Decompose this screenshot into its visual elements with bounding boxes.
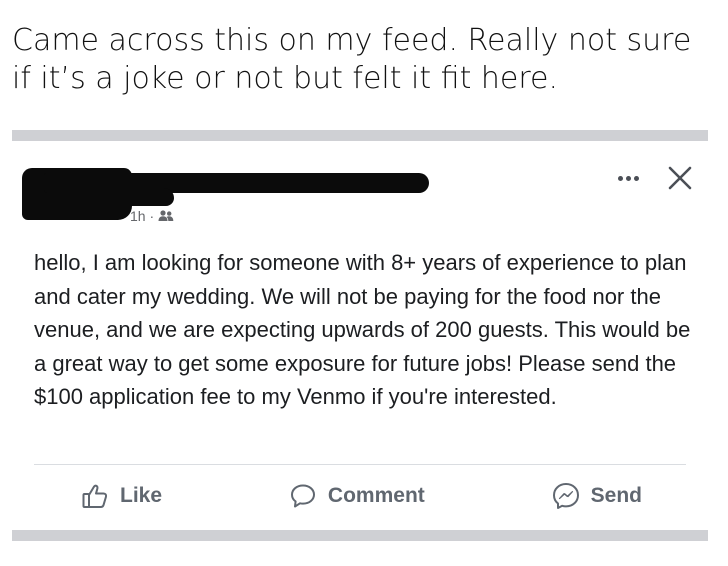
close-button[interactable] [664,162,696,194]
more-icon [617,175,623,181]
post-body-text: hello, I am looking for someone with 8+ … [34,250,691,409]
send-label: Send [590,484,642,507]
thumbs-up-icon [80,481,110,511]
redacted-scribble [92,188,174,206]
like-label: Like [120,484,163,507]
like-button[interactable]: Like [72,481,170,511]
caption-text: Came across this on my feed. Really not … [12,23,692,96]
post-timestamp[interactable]: 1h · [130,208,154,224]
send-button[interactable]: Send [543,481,650,511]
feed-separator-top [12,130,708,141]
post-header-actions [612,162,696,194]
comment-button[interactable]: Comment [280,481,433,511]
post-meta: 1h · [130,208,174,224]
more-icon-dot [633,175,639,181]
more-icon-dot [625,175,631,181]
more-options-button[interactable] [612,164,644,192]
messenger-icon [551,481,581,511]
feed-separator-bottom [12,530,708,541]
post-action-bar: Like Comment Send [34,470,686,522]
action-divider [34,464,686,465]
comment-icon [288,481,318,511]
close-icon [668,166,692,190]
post-header: 1h · [12,150,708,230]
comment-label: Comment [327,484,425,507]
friends-icon [158,209,174,223]
